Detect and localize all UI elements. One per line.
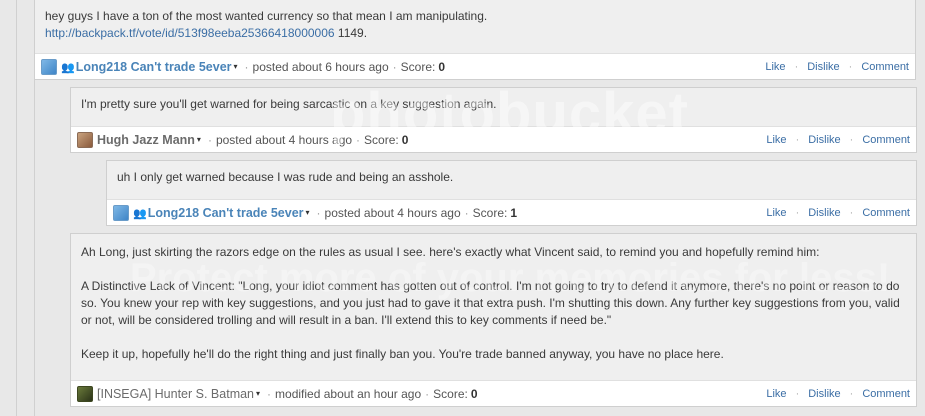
comment: hey guys I have a ton of the most wanted…: [34, 0, 916, 80]
comment-body: I'm pretty sure you'll get warned for be…: [71, 88, 916, 117]
score-label: Score:: [364, 132, 399, 147]
posted-time: modified about an hour ago: [275, 386, 422, 401]
comment-button[interactable]: Comment: [862, 388, 910, 400]
comment-text: I'm pretty sure you'll get warned for be…: [81, 97, 497, 111]
comment-button[interactable]: Comment: [862, 207, 910, 219]
like-button[interactable]: Like: [766, 388, 786, 400]
users-icon: 👥: [133, 207, 147, 220]
users-icon: 👥: [61, 61, 75, 74]
username[interactable]: 👥Long218 Can't trade 5ever: [61, 60, 232, 74]
quoted-text: A Distinctive Lack of Vincent: "Long, yo…: [81, 279, 900, 327]
comment-text: uh I only get warned because I was rude …: [117, 170, 454, 184]
comment-text: Keep it up, hopefully he'll do the right…: [81, 347, 724, 361]
vote-link[interactable]: http://backpack.tf/vote/id/513f98eeba253…: [45, 26, 335, 40]
comment-meta: 👥Long218 Can't trade 5ever ▾ · posted ab…: [107, 199, 916, 225]
link-suffix: 1149.: [337, 26, 368, 40]
like-button[interactable]: Like: [766, 134, 786, 146]
score-value: 0: [438, 59, 446, 74]
thread-line: [16, 0, 17, 416]
comment-body: uh I only get warned because I was rude …: [107, 161, 916, 190]
comment-text: hey guys I have a ton of the most wanted…: [45, 9, 488, 23]
chevron-down-icon[interactable]: ▾: [306, 208, 310, 217]
avatar[interactable]: [113, 204, 129, 221]
posted-time: posted about 6 hours ago: [252, 59, 389, 74]
avatar[interactable]: [41, 58, 57, 75]
comment-button[interactable]: Comment: [862, 134, 910, 146]
comment-meta: [INSEGA] Hunter S. Batman ▾ · modified a…: [71, 380, 916, 406]
comment-actions: Like · Dislike · Comment: [766, 387, 910, 400]
comment: I'm pretty sure you'll get warned for be…: [70, 87, 917, 153]
like-button[interactable]: Like: [765, 61, 785, 73]
comment-button[interactable]: Comment: [861, 61, 909, 73]
username[interactable]: [INSEGA] Hunter S. Batman: [97, 387, 254, 401]
score-value: 0: [470, 386, 478, 401]
score-value: 1: [510, 205, 518, 220]
chevron-down-icon[interactable]: ▾: [234, 62, 238, 71]
like-button[interactable]: Like: [766, 207, 786, 219]
comment-actions: Like · Dislike · Comment: [766, 206, 910, 219]
score-label: Score:: [400, 59, 436, 74]
avatar[interactable]: [77, 131, 93, 148]
dislike-button[interactable]: Dislike: [808, 388, 840, 400]
posted-time: posted about 4 hours ago: [215, 132, 353, 147]
username[interactable]: Hugh Jazz Mann: [97, 133, 195, 147]
username[interactable]: 👥Long218 Can't trade 5ever: [133, 206, 304, 220]
comment-actions: Like · Dislike · Comment: [765, 60, 909, 73]
chevron-down-icon[interactable]: ▾: [197, 135, 201, 144]
score-label: Score:: [433, 386, 468, 401]
dislike-button[interactable]: Dislike: [808, 207, 840, 219]
comment-text: Ah Long, just skirting the razors edge o…: [81, 245, 820, 259]
dislike-button[interactable]: Dislike: [807, 61, 839, 73]
score-value: 0: [401, 132, 409, 147]
chevron-down-icon[interactable]: ▾: [256, 389, 260, 398]
comment-body: hey guys I have a ton of the most wanted…: [35, 0, 915, 46]
avatar[interactable]: [77, 385, 93, 402]
comment-meta: 👥Long218 Can't trade 5ever ▾ · posted ab…: [35, 53, 915, 79]
score-label: Score:: [472, 205, 508, 220]
thread-line: [34, 80, 35, 416]
comment-body: Ah Long, just skirting the razors edge o…: [71, 234, 916, 367]
dislike-button[interactable]: Dislike: [808, 134, 840, 146]
comment-actions: Like · Dislike · Comment: [766, 133, 910, 146]
comment: Ah Long, just skirting the razors edge o…: [70, 233, 917, 407]
comment-meta: Hugh Jazz Mann ▾ · posted about 4 hours …: [71, 126, 916, 152]
posted-time: posted about 4 hours ago: [324, 205, 461, 220]
comment: uh I only get warned because I was rude …: [106, 160, 917, 226]
